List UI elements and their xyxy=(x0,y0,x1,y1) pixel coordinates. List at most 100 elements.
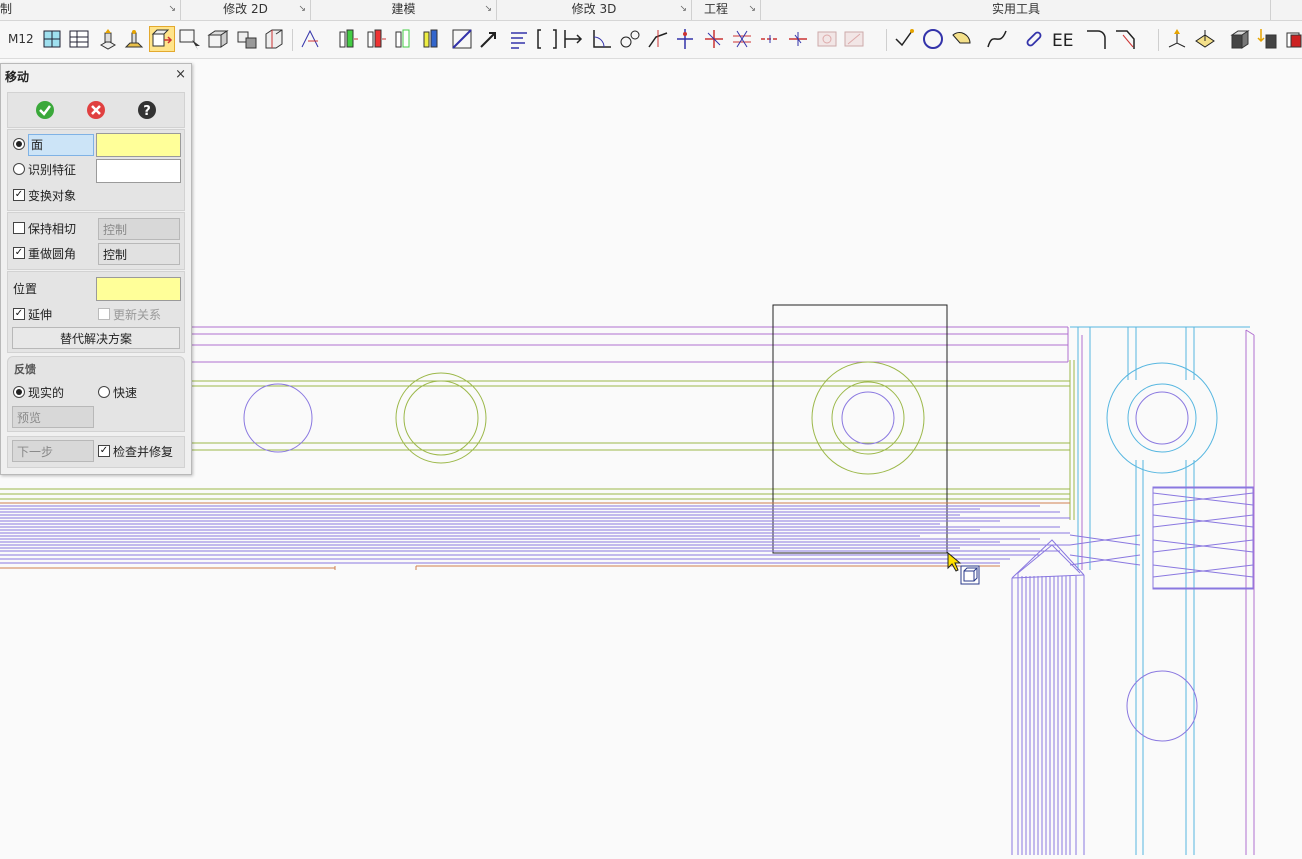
chamfer-icon[interactable] xyxy=(1113,27,1137,51)
text-ee-icon[interactable]: EE xyxy=(1050,27,1074,51)
dialog-launcher-icon[interactable]: ↘ xyxy=(748,0,756,19)
preview-button[interactable]: 预览 xyxy=(12,406,94,428)
redo-fillet-checkbox[interactable] xyxy=(13,247,25,259)
boolean-icon[interactable] xyxy=(235,27,259,51)
circle-icon[interactable] xyxy=(921,27,945,51)
alt-solutions-button[interactable]: 替代解决方案 xyxy=(12,327,180,349)
arrow-move-icon[interactable] xyxy=(477,27,501,51)
realistic-radio-row[interactable]: 现实的 xyxy=(13,383,64,403)
identify-label: 识别特征 xyxy=(28,163,77,177)
dialog-launcher-icon[interactable]: ↘ xyxy=(679,0,687,19)
realistic-radio[interactable] xyxy=(13,386,25,398)
bracket-edit-icon[interactable] xyxy=(535,27,559,51)
check-repair-label: 检查并修复 xyxy=(113,445,174,459)
spline-icon[interactable] xyxy=(985,27,1009,51)
wireframe-top-rail xyxy=(190,326,1069,363)
redo-fillet-row[interactable]: 重做圆角 xyxy=(13,244,76,264)
box-solid-icon[interactable] xyxy=(206,27,230,51)
face-taper-icon[interactable] xyxy=(364,27,388,51)
break-icon[interactable] xyxy=(673,27,697,51)
fillet-icon[interactable] xyxy=(1084,27,1108,51)
redo-fillet-control-button[interactable]: 控制 xyxy=(98,243,180,265)
arc-edit-icon[interactable] xyxy=(950,27,974,51)
workplane-icon[interactable] xyxy=(1193,27,1217,51)
multi-trim-icon[interactable] xyxy=(730,27,754,51)
ok-button[interactable] xyxy=(35,100,55,120)
face-radio[interactable] xyxy=(13,138,25,150)
face-offset-icon[interactable] xyxy=(336,27,360,51)
face-selection-field[interactable] xyxy=(96,133,181,157)
close-icon[interactable]: × xyxy=(175,67,186,82)
transform-check-row[interactable]: 变换对象 xyxy=(13,186,76,206)
dialog-title: 移动 xyxy=(5,70,30,84)
angle-dim-icon[interactable] xyxy=(590,27,614,51)
dimension-icon[interactable] xyxy=(561,27,585,51)
help-button[interactable]: ? xyxy=(137,100,157,120)
identify-radio[interactable] xyxy=(13,163,25,175)
fast-radio[interactable] xyxy=(98,386,110,398)
face-thicken-icon[interactable] xyxy=(420,27,444,51)
link-icon[interactable] xyxy=(1022,27,1046,51)
position-field[interactable] xyxy=(96,277,181,301)
update-relations-checkbox xyxy=(98,308,110,320)
extend-row[interactable]: 延伸 xyxy=(13,305,52,325)
dialog-launcher-icon[interactable]: ↘ xyxy=(484,0,492,19)
trim-icon[interactable] xyxy=(646,27,670,51)
svg-text:?: ? xyxy=(143,104,151,119)
redo-fillet-label: 重做圆角 xyxy=(28,247,77,261)
face-radio-row[interactable]: 面 xyxy=(13,134,94,156)
diagonal-draft-icon[interactable] xyxy=(450,27,474,51)
keep-tangent-control-button[interactable]: 控制 xyxy=(98,218,180,240)
image-edit-disabled-icon[interactable] xyxy=(842,27,866,51)
identify-radio-row[interactable]: 识别特征 xyxy=(13,160,76,180)
circle-pair-icon[interactable] xyxy=(618,27,642,51)
assembly-icon[interactable] xyxy=(1255,27,1279,51)
shell-icon[interactable] xyxy=(262,27,286,51)
keep-tangent-row[interactable]: 保持相切 xyxy=(13,219,76,239)
check-repair-checkbox[interactable] xyxy=(98,445,110,457)
keep-tangent-label: 保持相切 xyxy=(28,222,77,236)
fast-radio-row[interactable]: 快速 xyxy=(98,383,137,403)
ribbon-group-modify-3d[interactable]: 修改 3D ↘ xyxy=(497,0,692,20)
image-disabled-icon[interactable] xyxy=(815,27,839,51)
transform-checkbox[interactable] xyxy=(13,189,25,201)
check-curve-icon[interactable] xyxy=(892,27,916,51)
ribbon-group-engineering[interactable]: 工程 ↘ xyxy=(692,0,761,20)
extend-line-icon[interactable] xyxy=(758,27,782,51)
next-button[interactable]: 下一步 xyxy=(12,440,94,462)
update-relations-label: 更新关系 xyxy=(113,308,162,322)
identify-selection-field[interactable] xyxy=(96,159,181,183)
view-box-icon[interactable] xyxy=(40,27,64,51)
align-left-icon[interactable] xyxy=(507,27,531,51)
red-part-icon[interactable] xyxy=(1283,27,1302,51)
part-icon[interactable] xyxy=(1228,27,1252,51)
select-area-icon[interactable] xyxy=(178,27,202,51)
ribbon-group-bar: 制 ↘ 修改 2D ↘ 建模 ↘ 修改 3D ↘ 工程 ↘ 实用工具 xyxy=(0,0,1302,21)
ribbon-group-modeling[interactable]: 建模 ↘ xyxy=(311,0,497,20)
ribbon-group-modify-2d[interactable]: 修改 2D ↘ xyxy=(181,0,311,20)
coordinate-icon[interactable] xyxy=(1165,27,1189,51)
bottom-section: 下一步 检查并修复 xyxy=(7,436,185,468)
toolbar-separator xyxy=(292,29,293,51)
check-repair-row[interactable]: 检查并修复 xyxy=(98,442,173,462)
ribbon-group-utilities[interactable]: 实用工具 xyxy=(762,0,1271,20)
ribbon-group-label: 修改 2D xyxy=(223,2,268,16)
wireframe-right-column xyxy=(1070,326,1250,855)
face-replace-icon[interactable] xyxy=(392,27,416,51)
drawing-canvas[interactable] xyxy=(0,59,1302,859)
split-line-icon[interactable] xyxy=(786,27,810,51)
ribbon-group-draw[interactable]: 制 ↘ xyxy=(0,0,181,20)
position-section: 位置 延伸 更新关系 替代解决方案 xyxy=(7,271,185,353)
revolve-icon[interactable] xyxy=(122,27,146,51)
move-face-icon[interactable] xyxy=(149,26,175,52)
curve-edit-icon[interactable] xyxy=(298,27,322,51)
grid-view-icon[interactable] xyxy=(67,27,91,51)
extend-checkbox[interactable] xyxy=(13,308,25,320)
cancel-button[interactable] xyxy=(86,100,106,120)
position-label: 位置 xyxy=(13,282,38,296)
keep-tangent-checkbox[interactable] xyxy=(13,222,25,234)
cross-trim-icon[interactable] xyxy=(702,27,726,51)
extrude-icon[interactable] xyxy=(96,27,120,51)
dialog-launcher-icon[interactable]: ↘ xyxy=(298,0,306,19)
dialog-launcher-icon[interactable]: ↘ xyxy=(168,0,176,19)
